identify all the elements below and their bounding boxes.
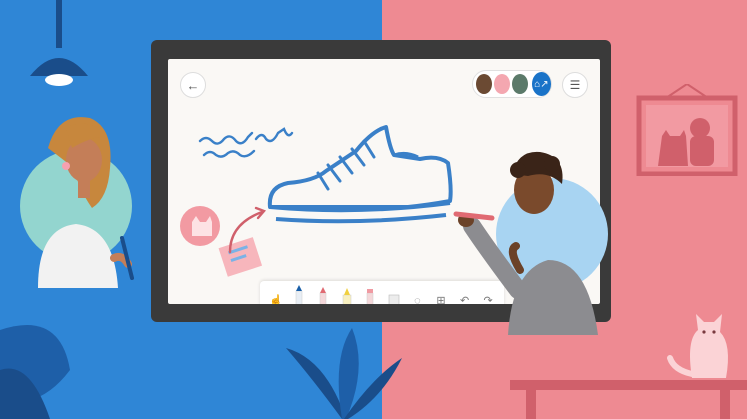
participant-avatar-2[interactable] [493, 74, 510, 94]
pen-blue-icon[interactable] [292, 285, 306, 304]
cat-icon [667, 314, 728, 378]
plant-leaf-icon [0, 325, 70, 419]
ceiling-lamp-icon [30, 0, 88, 86]
highlighter-yellow-icon[interactable] [340, 287, 354, 304]
menu-button[interactable]: ☰ [562, 72, 588, 98]
touch-icon[interactable]: ☝ [269, 287, 283, 304]
add-icon[interactable]: ⊞ [434, 287, 448, 304]
pen-pink-icon[interactable] [363, 287, 377, 304]
participant-avatar-1[interactable] [476, 74, 492, 94]
hamburger-menu-icon: ☰ [569, 78, 581, 92]
back-arrow-icon: ← [186, 77, 200, 93]
person-woman-avatar [20, 117, 134, 288]
wall-picture-frame-icon [636, 84, 738, 176]
back-button[interactable]: ← [180, 72, 206, 98]
illustration-scene: ← ⌂↗ ☰ ☝ ◌ ⊞ ↶ ↷ [0, 0, 747, 419]
sticky-note-with-cat-icon [180, 206, 267, 277]
pen-red-icon[interactable] [316, 287, 330, 304]
potted-plant-icon [286, 328, 402, 419]
eraser-icon[interactable] [387, 287, 401, 304]
person-man-avatar [453, 151, 608, 335]
invite-person-icon: ⌂↗ [534, 78, 549, 90]
invite-button[interactable]: ⌂↗ [531, 72, 551, 96]
lasso-icon[interactable]: ◌ [410, 287, 424, 304]
participant-avatar-3[interactable] [511, 74, 528, 94]
participants-group[interactable]: ⌂↗ [472, 70, 552, 98]
